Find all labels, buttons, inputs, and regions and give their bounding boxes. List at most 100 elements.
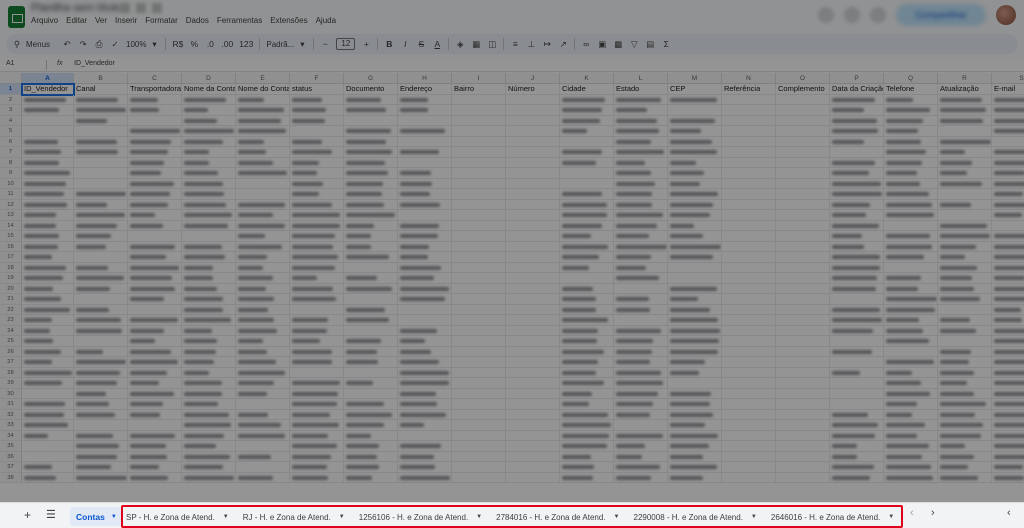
- cell-b10[interactable]: [74, 178, 128, 189]
- cell-q21[interactable]: [884, 294, 938, 305]
- cell-i10[interactable]: [452, 178, 506, 189]
- cell-s25[interactable]: [992, 336, 1024, 347]
- cell-m11[interactable]: [668, 189, 722, 200]
- cell-s21[interactable]: [992, 294, 1024, 305]
- cell-l23[interactable]: [614, 315, 668, 326]
- cell-g36[interactable]: [344, 451, 398, 462]
- row-header[interactable]: 20: [0, 283, 22, 294]
- cell-k26[interactable]: [560, 346, 614, 357]
- cell-a36[interactable]: [22, 451, 74, 462]
- cell-f28[interactable]: [290, 367, 344, 378]
- cell-i25[interactable]: [452, 336, 506, 347]
- cell-q16[interactable]: [884, 241, 938, 252]
- cell-q32[interactable]: [884, 409, 938, 420]
- cell-p28[interactable]: [830, 367, 884, 378]
- cell-d13[interactable]: [182, 210, 236, 221]
- cell-c35[interactable]: [128, 441, 182, 452]
- cell-r31[interactable]: [938, 399, 992, 410]
- cell-p38[interactable]: [830, 472, 884, 483]
- cell-f30[interactable]: [290, 388, 344, 399]
- cell-m26[interactable]: [668, 346, 722, 357]
- cell-m21[interactable]: [668, 294, 722, 305]
- cell-l32[interactable]: [614, 409, 668, 420]
- cell-b20[interactable]: [74, 283, 128, 294]
- cell-q36[interactable]: [884, 451, 938, 462]
- cell-l27[interactable]: [614, 357, 668, 368]
- cell-j3[interactable]: [506, 105, 560, 116]
- cell-m28[interactable]: [668, 367, 722, 378]
- cell-g28[interactable]: [344, 367, 398, 378]
- cell-e33[interactable]: [236, 420, 290, 431]
- print-icon[interactable]: ⎙: [94, 39, 104, 50]
- cell-o1[interactable]: Complemento: [776, 84, 830, 95]
- meet-icon[interactable]: [870, 7, 886, 23]
- cell-a24[interactable]: [22, 325, 74, 336]
- cell-a11[interactable]: [22, 189, 74, 200]
- cell-s33[interactable]: [992, 420, 1024, 431]
- cell-i6[interactable]: [452, 136, 506, 147]
- cell-c12[interactable]: [128, 199, 182, 210]
- cell-m13[interactable]: [668, 210, 722, 221]
- cell-q23[interactable]: [884, 315, 938, 326]
- cell-n36[interactable]: [722, 451, 776, 462]
- cell-p12[interactable]: [830, 199, 884, 210]
- cell-c20[interactable]: [128, 283, 182, 294]
- cell-n31[interactable]: [722, 399, 776, 410]
- cell-b15[interactable]: [74, 231, 128, 242]
- zoom-select[interactable]: 100% ▾: [126, 39, 159, 50]
- cell-a18[interactable]: [22, 262, 74, 273]
- cell-k35[interactable]: [560, 441, 614, 452]
- cell-s31[interactable]: [992, 399, 1024, 410]
- cell-r7[interactable]: [938, 147, 992, 158]
- cell-k18[interactable]: [560, 262, 614, 273]
- cell-m34[interactable]: [668, 430, 722, 441]
- cell-q31[interactable]: [884, 399, 938, 410]
- cell-b3[interactable]: [74, 105, 128, 116]
- cell-n4[interactable]: [722, 115, 776, 126]
- cell-h6[interactable]: [398, 136, 452, 147]
- cell-k11[interactable]: [560, 189, 614, 200]
- cell-p7[interactable]: [830, 147, 884, 158]
- row-header[interactable]: 22: [0, 304, 22, 315]
- document-title[interactable]: Planilha sem título: [31, 2, 121, 14]
- cell-l22[interactable]: [614, 304, 668, 315]
- cell-k24[interactable]: [560, 325, 614, 336]
- row-header[interactable]: 17: [0, 252, 22, 263]
- cell-j8[interactable]: [506, 157, 560, 168]
- cell-g34[interactable]: [344, 430, 398, 441]
- cell-i32[interactable]: [452, 409, 506, 420]
- cell-e32[interactable]: [236, 409, 290, 420]
- cell-s4[interactable]: [992, 116, 1024, 127]
- row-header[interactable]: 26: [0, 346, 22, 357]
- cell-e15[interactable]: [236, 231, 290, 242]
- cell-i38[interactable]: [452, 472, 506, 483]
- row-header[interactable]: 35: [0, 441, 22, 452]
- cell-c24[interactable]: [128, 325, 182, 336]
- cell-n22[interactable]: [722, 304, 776, 315]
- cell-h31[interactable]: [398, 399, 452, 410]
- cell-r27[interactable]: [938, 357, 992, 368]
- cell-a6[interactable]: [22, 136, 74, 147]
- cell-d16[interactable]: [182, 241, 236, 252]
- cell-a2[interactable]: [22, 94, 74, 105]
- column-header-c[interactable]: C: [128, 73, 182, 84]
- cell-s18[interactable]: [992, 263, 1024, 274]
- cell-j20[interactable]: [506, 283, 560, 294]
- cell-h20[interactable]: [398, 283, 452, 294]
- scroll-tabs-left-icon[interactable]: ‹: [910, 507, 914, 519]
- cell-d17[interactable]: [182, 252, 236, 263]
- cell-l8[interactable]: [614, 157, 668, 168]
- cell-s27[interactable]: [992, 357, 1024, 368]
- cell-n17[interactable]: [722, 252, 776, 263]
- cell-n23[interactable]: [722, 315, 776, 326]
- cell-r25[interactable]: [938, 336, 992, 347]
- cell-c3[interactable]: [128, 105, 182, 116]
- cell-j9[interactable]: [506, 168, 560, 179]
- row-header[interactable]: 23: [0, 315, 22, 326]
- cell-k34[interactable]: [560, 430, 614, 441]
- font-size-decrease-button[interactable]: −: [320, 39, 330, 49]
- font-size-increase-button[interactable]: +: [361, 39, 371, 49]
- row-header[interactable]: 28: [0, 367, 22, 378]
- cell-r36[interactable]: [938, 451, 992, 462]
- row-header[interactable]: 6: [0, 136, 22, 147]
